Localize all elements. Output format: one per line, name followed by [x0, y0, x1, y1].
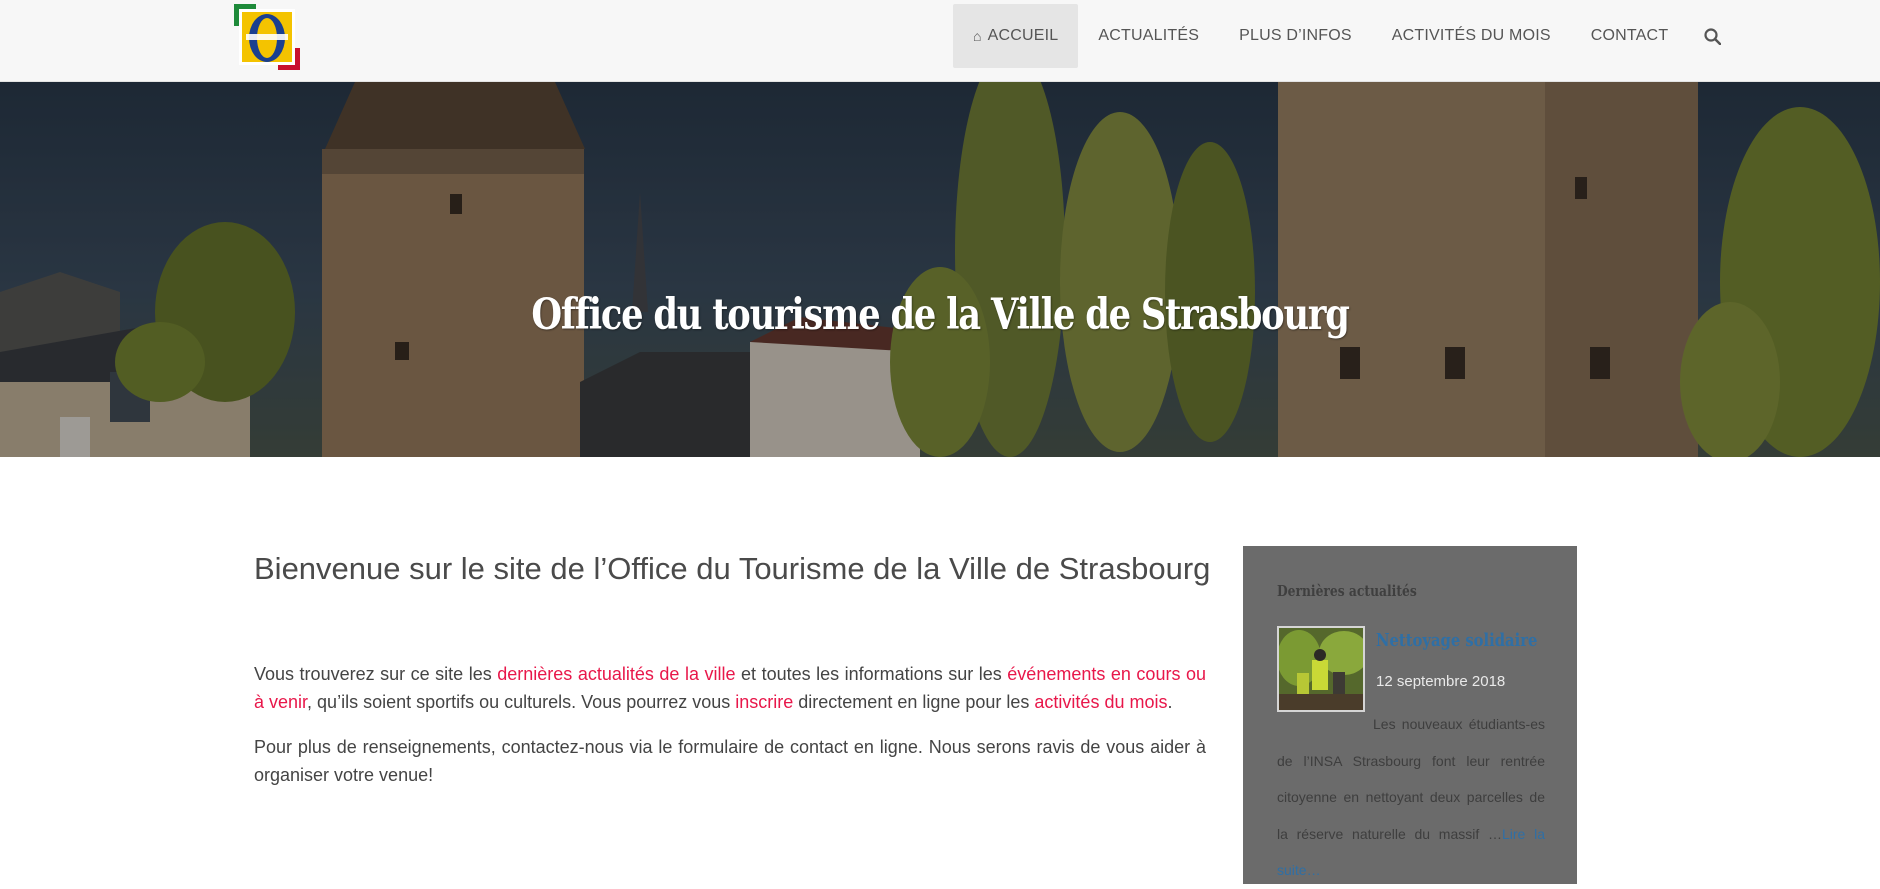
- nav-item-actualites[interactable]: Actualités: [1078, 4, 1219, 68]
- post-thumbnail[interactable]: [1277, 626, 1365, 712]
- post-excerpt-text: Les nouveaux étudiants-es de l’INSA Stra…: [1277, 716, 1545, 842]
- site-logo[interactable]: [234, 4, 300, 70]
- nav-item-activites-du-mois[interactable]: Activités du mois: [1372, 4, 1571, 68]
- nav-item-label: Accueil: [987, 27, 1059, 44]
- nav-item-label: Activités du mois: [1391, 27, 1551, 44]
- post-title-link[interactable]: Nettoyage solidaire: [1376, 630, 1537, 651]
- contact-paragraph: Pour plus de renseignements, contactez-n…: [254, 737, 1206, 785]
- home-icon: ⌂: [973, 28, 982, 44]
- sidebar-latest-news: Dernières actualités Nettoyage solidaire…: [1243, 546, 1577, 884]
- post-date: 12 septembre 2018: [1376, 673, 1506, 690]
- link-inscrire[interactable]: inscrire: [735, 692, 793, 712]
- hero-title: Office du tourisme de la Ville de Strasb…: [531, 290, 1350, 340]
- nav-item-plus-infos[interactable]: Plus d’infos: [1219, 4, 1372, 68]
- page-title: Bienvenue sur le site de l’Office du Tou…: [254, 551, 1211, 586]
- nav-item-contact[interactable]: Contact: [1571, 4, 1689, 68]
- post-excerpt: Les nouveaux étudiants-es de l’INSA Stra…: [1277, 706, 1545, 889]
- top-navbar: ⌂ Accueil Actualités Plus d’infos Activi…: [0, 0, 1880, 82]
- intro-text: .: [1167, 692, 1173, 712]
- nav-item-label: Plus d’infos: [1239, 27, 1352, 44]
- hero-banner: Office du tourisme de la Ville de Strasb…: [0, 82, 1880, 457]
- link-activites-du-mois[interactable]: activités du mois: [1034, 692, 1167, 712]
- intro-text: et toutes les informations sur les: [735, 664, 1008, 684]
- intro-paragraph: Vous trouverez sur ce site les dernières…: [254, 660, 1206, 716]
- intro-text: directement en ligne pour les: [793, 692, 1035, 712]
- search-button[interactable]: [1688, 4, 1731, 68]
- nav-item-label: Actualités: [1098, 27, 1200, 44]
- intro-text: Vous trouverez sur ce site les: [254, 664, 498, 684]
- main-nav: ⌂ Accueil Actualités Plus d’infos Activi…: [953, 4, 1731, 68]
- hero-background-image: [0, 82, 1880, 457]
- nav-item-accueil[interactable]: ⌂ Accueil: [953, 4, 1079, 68]
- nav-item-label: Contact: [1590, 27, 1669, 44]
- search-icon: [1704, 27, 1722, 45]
- sidebar-title: Dernières actualités: [1277, 582, 1417, 600]
- intro-text: , qu’ils soient sportifs ou culturels. V…: [307, 692, 736, 712]
- link-dernieres-actualites[interactable]: dernières actualités de la ville: [497, 664, 735, 684]
